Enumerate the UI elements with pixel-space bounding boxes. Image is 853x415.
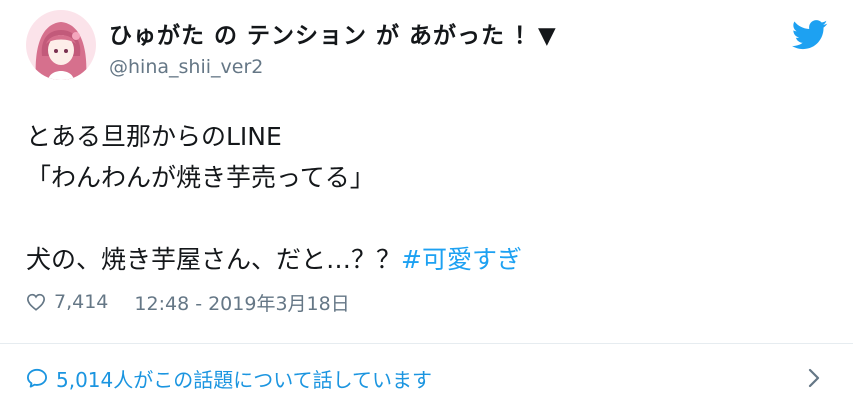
discussion-link[interactable]: 5,014人がこの話題について話しています [26, 364, 432, 392]
speech-bubble-icon [26, 368, 47, 388]
like-count[interactable]: 7,414 [54, 291, 108, 313]
tweet-line: とある旦那からのLINE [26, 122, 282, 151]
timestamp[interactable]: 12:48 - 2019年3月18日 [134, 289, 349, 316]
user-handle[interactable]: @hina_shii_ver2 [109, 56, 263, 78]
tweet-meta: 7,414 12:48 - 2019年3月18日 [26, 289, 350, 315]
avatar[interactable] [26, 10, 96, 80]
display-name[interactable]: ひゅがた の テンション が あがった ！▼ [109, 16, 557, 50]
divider [0, 343, 853, 344]
twitter-bird-icon[interactable] [792, 20, 828, 50]
tweet-text: とある旦那からのLINE 「わんわんが焼き芋売ってる」 犬の、焼き芋屋さん、だと… [26, 116, 522, 280]
tweet-line: 「わんわんが焼き芋売ってる」 [26, 163, 375, 192]
tweet-line: 犬の、焼き芋屋さん、だと…？？#可愛すぎ [26, 239, 522, 280]
discussion-text: 5,014人がこの話題について話しています [56, 367, 433, 392]
avatar-illustration [26, 10, 96, 80]
tweet-line-text: 犬の、焼き芋屋さん、だと…？？ [26, 245, 402, 274]
heart-icon[interactable] [26, 293, 46, 311]
chevron-right-icon[interactable] [806, 368, 822, 388]
hashtag-link[interactable]: #可愛すぎ [401, 245, 522, 274]
tweet-card: ひゅがた の テンション が あがった ！▼ @hina_shii_ver2 と… [0, 0, 853, 415]
